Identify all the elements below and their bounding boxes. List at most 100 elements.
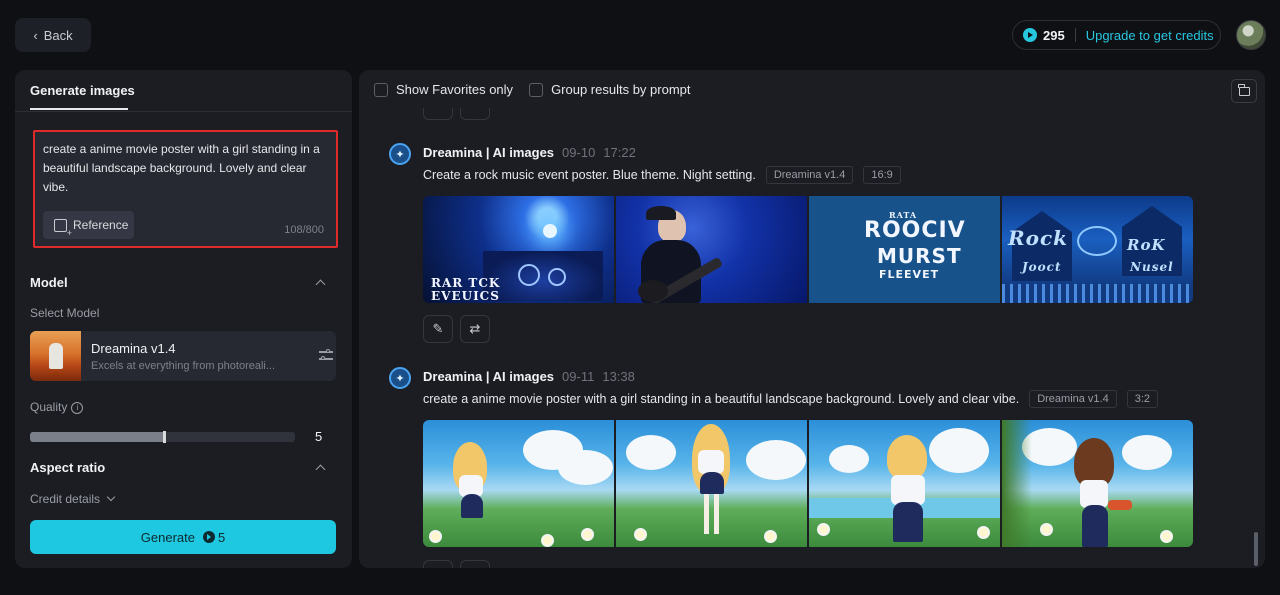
regenerate-button-partial[interactable]	[460, 108, 490, 120]
prompt-input-box[interactable]: create a anime movie poster with a girl …	[33, 130, 338, 248]
user-avatar[interactable]	[1236, 20, 1266, 50]
generation-prompt: create a anime movie poster with a girl …	[423, 392, 1020, 406]
credits-pill[interactable]: 295 Upgrade to get credits	[1012, 20, 1221, 50]
generation-source: Dreamina | AI images	[423, 145, 555, 160]
chevron-up-icon[interactable]	[315, 464, 326, 475]
char-count: 108/800	[284, 224, 324, 236]
group-filter[interactable]: Group results by prompt	[529, 82, 691, 97]
generation-source: Dreamina | AI images	[423, 369, 555, 384]
reference-label: Reference	[73, 218, 129, 232]
generation-date: 09-10	[562, 145, 596, 160]
back-button[interactable]: ‹ Back	[15, 18, 91, 52]
poster-text: MURST	[877, 244, 962, 268]
model-thumbnail	[30, 331, 81, 381]
model-tag: Dreamina v1.4	[765, 166, 854, 184]
results-panel: Show Favorites only Group results by pro…	[359, 70, 1265, 568]
quality-slider-fill	[30, 432, 163, 442]
pill-divider	[1074, 28, 1076, 42]
generate-cost: 5	[202, 529, 226, 545]
generated-image[interactable]	[616, 196, 807, 303]
credit-coin-icon	[202, 531, 215, 543]
sliders-icon[interactable]	[319, 348, 333, 362]
scrollbar[interactable]	[1254, 532, 1258, 566]
generated-image[interactable]	[809, 420, 1000, 547]
dreamina-logo-icon	[389, 143, 411, 165]
info-icon[interactable]: i	[71, 401, 84, 414]
favorites-label: Show Favorites only	[396, 82, 514, 97]
credit-details-label: Credit details	[30, 492, 101, 506]
folder-icon	[1238, 83, 1250, 96]
model-selector[interactable]: Dreamina v1.4 Excels at everything from …	[30, 331, 336, 381]
regenerate-button-partial[interactable]	[460, 560, 490, 568]
regenerate-button[interactable]: ⇄	[460, 315, 490, 343]
quality-slider-handle[interactable]	[163, 431, 166, 443]
quality-label: Quality	[30, 400, 68, 414]
generated-image[interactable]	[1002, 420, 1193, 547]
tab-divider	[15, 111, 352, 112]
dreamina-logo-icon	[389, 367, 411, 389]
folder-button[interactable]	[1231, 79, 1257, 103]
poster-text: EVEUICS	[431, 289, 500, 303]
group-label: Group results by prompt	[551, 82, 691, 97]
favorites-filter[interactable]: Show Favorites only	[374, 82, 513, 97]
ratio-tag: 3:2	[1126, 390, 1159, 408]
generate-button[interactable]: Generate 5	[30, 520, 336, 554]
reference-button[interactable]: Reference	[43, 211, 134, 239]
reference-icon	[54, 218, 72, 238]
generated-image[interactable]: Rock RoK Jooct Nusel	[1002, 196, 1193, 303]
poster-text: RAR TCK	[431, 276, 501, 290]
model-description: Excels at everything from photoreali...	[91, 360, 276, 372]
generation-header: Dreamina | AI images 09-10 17:22	[423, 145, 636, 160]
chevron-up-icon[interactable]	[315, 279, 326, 290]
poster-text: Nusel	[1130, 260, 1174, 274]
quality-slider[interactable]	[30, 431, 295, 443]
top-bar: ‹ Back 295 Upgrade to get credits	[0, 0, 1280, 70]
filter-row: Show Favorites only Group results by pro…	[374, 82, 691, 97]
generation-time: 13:38	[602, 369, 635, 384]
back-label: Back	[43, 27, 73, 43]
generate-label: Generate	[140, 529, 195, 545]
regenerate-icon: ⇄	[469, 321, 481, 336]
image-row-anime	[423, 420, 1193, 547]
credit-coin-icon	[1023, 28, 1037, 42]
select-model-label: Select Model	[30, 306, 100, 320]
chevron-left-icon: ‹	[33, 27, 38, 43]
edit-button-partial[interactable]	[423, 108, 453, 120]
quality-value: 5	[315, 429, 323, 444]
poster-text: Jooct	[1022, 260, 1062, 274]
generate-panel: Generate images create a anime movie pos…	[15, 70, 352, 568]
group-checkbox[interactable]	[529, 82, 544, 97]
generation-header: Dreamina | AI images 09-11 13:38	[423, 369, 635, 384]
credit-details-toggle[interactable]: Credit details	[30, 492, 116, 506]
model-section-title: Model	[30, 275, 68, 290]
generation-date: 09-11	[562, 369, 595, 384]
poster-text: ROOCIV	[864, 218, 966, 243]
upgrade-link[interactable]: Upgrade to get credits	[1086, 28, 1214, 43]
quality-label-row: Quality i	[30, 400, 84, 414]
generated-image[interactable]: RATA ROOCIV MURST FLEEVET	[809, 196, 1000, 303]
generated-image[interactable]	[423, 420, 614, 547]
generate-cost-value: 5	[217, 529, 226, 545]
generated-image[interactable]: RAR TCK EVEUICS	[423, 196, 614, 303]
model-tag: Dreamina v1.4	[1029, 390, 1117, 408]
tab-underline	[30, 108, 128, 110]
poster-text: RoK	[1127, 236, 1166, 254]
poster-text: Rock	[1008, 226, 1068, 250]
model-name: Dreamina v1.4	[91, 341, 176, 356]
image-row-rock: RAR TCK EVEUICS RATA ROOCIV MURST FLEEVE…	[423, 196, 1193, 303]
edit-icon: ✎	[432, 321, 444, 336]
generation-time: 17:22	[603, 145, 636, 160]
chevron-down-icon	[106, 492, 116, 502]
poster-text: FLEEVET	[879, 268, 940, 281]
generation-prompt-row: create a anime movie poster with a girl …	[423, 390, 1159, 408]
generation-prompt: Create a rock music event poster. Blue t…	[423, 168, 756, 182]
edit-button[interactable]: ✎	[423, 315, 453, 343]
credit-count: 295	[1043, 27, 1065, 43]
tab-generate-images[interactable]: Generate images	[30, 83, 135, 98]
generation-prompt-row: Create a rock music event poster. Blue t…	[423, 166, 901, 184]
edit-button-partial[interactable]	[423, 560, 453, 568]
ratio-tag: 16:9	[863, 166, 901, 184]
prompt-input[interactable]: create a anime movie poster with a girl …	[43, 140, 328, 197]
generated-image[interactable]	[616, 420, 807, 547]
favorites-checkbox[interactable]	[374, 82, 388, 97]
